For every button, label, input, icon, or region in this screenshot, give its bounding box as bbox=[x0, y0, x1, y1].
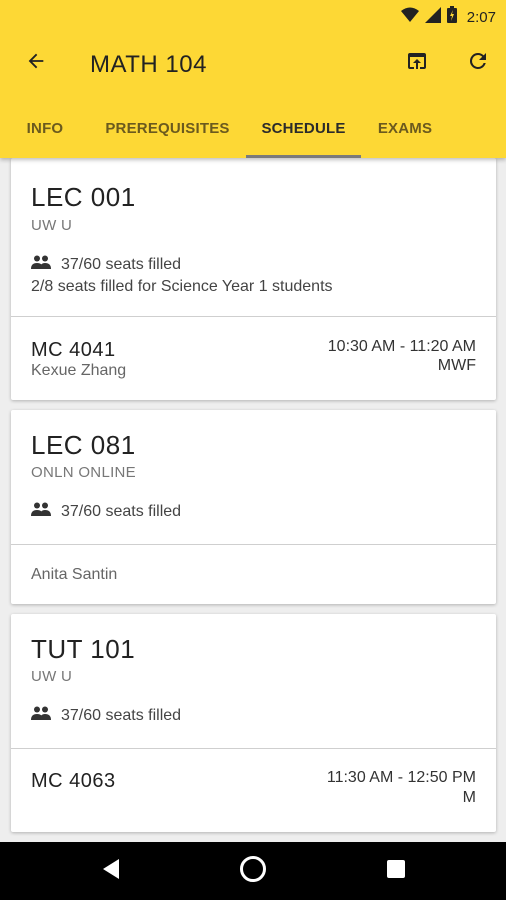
section-name: LEC 001 bbox=[31, 182, 136, 212]
refresh-icon bbox=[466, 49, 490, 78]
class-time: 11:30 AM - 12:50 PM bbox=[326, 769, 476, 786]
instructor: Kexue Zhang bbox=[31, 362, 127, 379]
divider bbox=[11, 316, 496, 317]
page-title: MATH 104 bbox=[90, 51, 207, 78]
room: MC 4041 bbox=[31, 339, 116, 361]
wifi-icon bbox=[400, 7, 419, 28]
class-days: M bbox=[462, 789, 476, 806]
refresh-button[interactable] bbox=[456, 41, 500, 85]
seats-row: 37/60 seats filled bbox=[31, 706, 181, 725]
nav-home-button[interactable] bbox=[233, 851, 273, 891]
seats-row: 37/60 seats filled bbox=[31, 502, 181, 521]
home-circle-icon bbox=[239, 855, 267, 888]
people-icon bbox=[31, 706, 51, 725]
section-campus: UW U bbox=[31, 217, 73, 234]
instructor: Anita Santin bbox=[31, 566, 118, 583]
people-icon bbox=[31, 502, 51, 521]
signal-icon bbox=[424, 6, 441, 28]
seats-filled: 37/60 seats filled bbox=[61, 706, 182, 724]
tab-exams[interactable]: EXAMS bbox=[366, 98, 444, 158]
room: MC 4063 bbox=[31, 770, 116, 792]
nav-back-button[interactable] bbox=[91, 851, 131, 891]
nav-recents-button[interactable] bbox=[376, 851, 416, 891]
open-in-browser-icon bbox=[405, 49, 429, 78]
battery-icon bbox=[446, 6, 457, 28]
reserved-seats: 2/8 seats filled for Science Year 1 stud… bbox=[31, 278, 333, 295]
class-time: 10:30 AM - 11:20 AM bbox=[327, 338, 476, 355]
seats-row: 37/60 seats filled bbox=[31, 255, 181, 274]
toolbar: MATH 104 bbox=[0, 32, 506, 98]
arrow-back-icon bbox=[25, 50, 47, 77]
tab-prerequisites[interactable]: PREREQUISITES bbox=[95, 98, 240, 158]
tab-indicator bbox=[246, 155, 361, 158]
status-bar: 2:07 bbox=[0, 0, 506, 32]
tab-schedule[interactable]: SCHEDULE bbox=[246, 98, 361, 158]
back-button[interactable] bbox=[14, 41, 58, 85]
divider bbox=[11, 748, 496, 749]
tab-bar: INFO PREREQUISITES SCHEDULE EXAMS bbox=[0, 98, 506, 158]
section-name: LEC 081 bbox=[31, 430, 136, 460]
back-triangle-icon bbox=[101, 858, 121, 885]
section-card-lec-081[interactable]: LEC 081 ONLN ONLINE 37/60 seats filled A… bbox=[11, 410, 496, 604]
navigation-bar bbox=[0, 842, 506, 900]
app-bar: 2:07 MATH 104 INFO PREREQUISITES SCHEDUL… bbox=[0, 0, 506, 158]
seats-filled: 37/60 seats filled bbox=[61, 255, 182, 273]
section-card-lec-001[interactable]: LEC 001 UW U 37/60 seats filled 2/8 seat… bbox=[11, 158, 496, 400]
class-days: MWF bbox=[437, 357, 476, 374]
section-campus: ONLN ONLINE bbox=[31, 464, 136, 481]
section-campus: UW U bbox=[31, 668, 73, 685]
seats-filled: 37/60 seats filled bbox=[61, 502, 182, 520]
recents-square-icon bbox=[386, 859, 406, 884]
section-card-tut-101[interactable]: TUT 101 UW U 37/60 seats filled MC 4063 … bbox=[11, 614, 496, 832]
people-icon bbox=[31, 255, 51, 274]
status-time: 2:07 bbox=[466, 8, 496, 26]
section-name: TUT 101 bbox=[31, 634, 136, 664]
open-in-browser-button[interactable] bbox=[395, 41, 439, 85]
divider bbox=[11, 544, 496, 545]
tab-info[interactable]: INFO bbox=[10, 98, 80, 158]
